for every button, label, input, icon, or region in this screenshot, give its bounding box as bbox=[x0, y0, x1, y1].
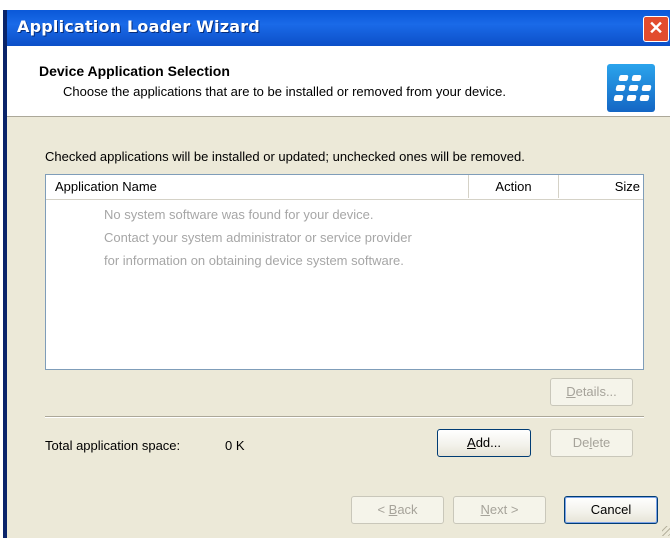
button-label: ack bbox=[397, 502, 418, 517]
wizard-header: Device Application Selection Choose the … bbox=[7, 46, 670, 117]
button-label-access-key: N bbox=[480, 502, 490, 517]
separator bbox=[45, 416, 644, 418]
button-label: ext > bbox=[489, 502, 519, 517]
button-label: Cancel bbox=[590, 502, 632, 517]
back-button[interactable]: < Back bbox=[351, 496, 444, 524]
cancel-button[interactable]: Cancel bbox=[564, 496, 658, 524]
empty-message-line: Contact your system administrator or ser… bbox=[104, 230, 412, 245]
application-list[interactable]: Application Name Action Size No system s… bbox=[45, 174, 644, 370]
total-space-label: Total application space: bbox=[45, 438, 181, 453]
empty-message-line: for information on obtaining device syst… bbox=[104, 253, 404, 268]
title-bar[interactable]: Application Loader Wizard ✕ bbox=[7, 10, 670, 46]
button-label: dd... bbox=[475, 435, 501, 450]
button-label-access-key: D bbox=[566, 384, 576, 399]
details-button[interactable]: Details... bbox=[550, 378, 633, 406]
column-header-application-name[interactable]: Application Name bbox=[46, 175, 468, 198]
resize-grip[interactable] bbox=[662, 526, 670, 536]
button-label-access-key: A bbox=[467, 435, 476, 450]
button-label-prefix: De bbox=[572, 435, 590, 450]
page-subtitle: Choose the applications that are to be i… bbox=[63, 84, 506, 99]
column-header-action[interactable]: Action bbox=[468, 175, 558, 198]
page-title: Device Application Selection bbox=[39, 63, 230, 79]
window-title: Application Loader Wizard bbox=[17, 17, 260, 36]
button-label: etails... bbox=[575, 384, 617, 399]
column-header-size[interactable]: Size bbox=[558, 175, 643, 198]
list-header: Application Name Action Size bbox=[46, 175, 643, 200]
instructions-text: Checked applications will be installed o… bbox=[45, 149, 525, 164]
close-button[interactable]: ✕ bbox=[643, 16, 669, 42]
button-label-prefix: < bbox=[377, 502, 389, 517]
delete-button[interactable]: Delete bbox=[550, 429, 633, 457]
next-button[interactable]: Next > bbox=[453, 496, 546, 524]
empty-message-line: No system software was found for your de… bbox=[104, 207, 374, 222]
blackberry-logo-icon bbox=[607, 64, 655, 112]
add-button[interactable]: Add... bbox=[437, 429, 531, 457]
application-loader-window: Application Loader Wizard ✕ Device Appli… bbox=[3, 10, 670, 538]
total-space-value: 0 K bbox=[225, 438, 245, 453]
button-label: ete bbox=[592, 435, 611, 450]
